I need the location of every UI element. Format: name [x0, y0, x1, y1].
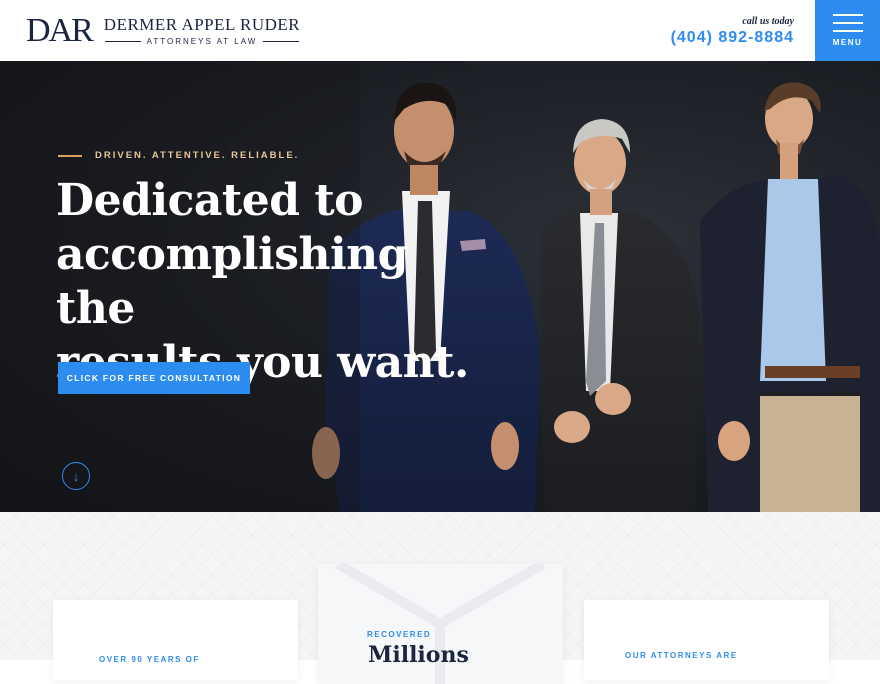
site-header: DAR DERMER APPEL RUDER ATTORNEYS AT LAW …	[0, 0, 880, 61]
firm-logo[interactable]: DAR DERMER APPEL RUDER ATTORNEYS AT LAW	[26, 12, 300, 49]
arrow-down-icon: ↓	[72, 468, 80, 484]
call-label: call us today	[742, 16, 794, 27]
call-block: call us today (404) 892-8884	[671, 16, 794, 47]
stat-kicker: RECOVERED	[367, 630, 432, 639]
menu-label: MENU	[832, 38, 863, 47]
logo-subtitle: ATTORNEYS AT LAW	[104, 37, 300, 46]
logo-subtitle-text: ATTORNEYS AT LAW	[146, 37, 258, 46]
logo-rule-left	[104, 41, 141, 42]
phone-link[interactable]: (404) 892-8884	[671, 29, 794, 47]
stat-card-recovered: RECOVERED Millions	[318, 564, 563, 684]
hero-headline: Dedicated to accomplishing the results y…	[56, 174, 496, 390]
logo-mark: DAR	[26, 12, 94, 49]
hero-section: DRIVEN. ATTENTIVE. RELIABLE. Dedicated t…	[0, 61, 880, 512]
tagline-dash	[58, 154, 82, 157]
logo-name: DERMER APPEL RUDER	[103, 15, 301, 34]
stats-section: OVER 90 YEARS OF RECOVERED Millions OUR …	[0, 512, 880, 684]
stat-kicker: OUR ATTORNEYS ARE	[625, 651, 738, 660]
scroll-down-button[interactable]: ↓	[62, 462, 90, 490]
hero-tagline: DRIVEN. ATTENTIVE. RELIABLE.	[58, 150, 299, 161]
logo-rule-right	[263, 41, 300, 42]
tagline-text: DRIVEN. ATTENTIVE. RELIABLE.	[95, 150, 300, 161]
hamburger-icon	[832, 14, 863, 32]
stat-card-attorneys: OUR ATTORNEYS ARE	[584, 600, 829, 680]
stat-value: Millions	[368, 642, 469, 668]
menu-button[interactable]: MENU	[815, 0, 880, 61]
stat-card-years: OVER 90 YEARS OF	[53, 600, 298, 680]
free-consultation-button[interactable]: CLICK FOR FREE CONSULTATION	[58, 362, 250, 394]
headline-line-2: accomplishing the	[56, 229, 408, 334]
headline-line-1: Dedicated to	[56, 175, 364, 226]
logo-wordmark: DERMER APPEL RUDER ATTORNEYS AT LAW	[104, 16, 300, 46]
